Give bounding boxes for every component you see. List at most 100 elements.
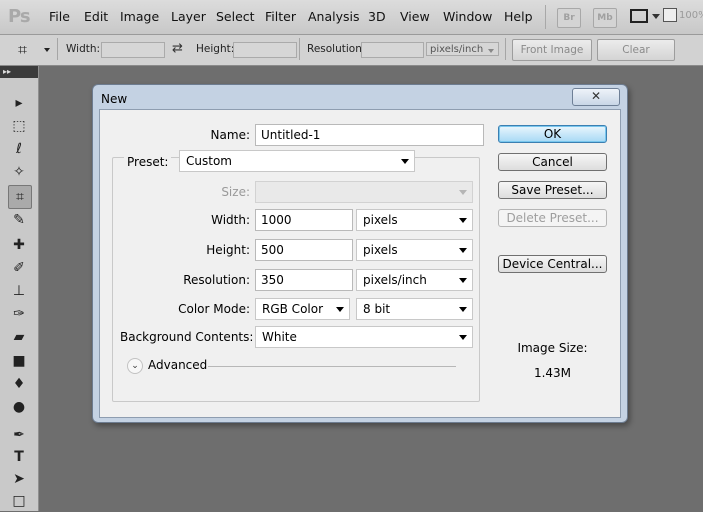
menu-select[interactable]: Select — [216, 9, 255, 24]
color-mode-value: RGB Color — [262, 302, 324, 316]
background-contents-value: White — [262, 330, 297, 344]
close-button[interactable]: ✕ — [572, 88, 620, 106]
ok-button[interactable]: OK — [498, 125, 607, 143]
size-label: Size: — [221, 185, 250, 199]
chevron-down-icon — [459, 248, 467, 253]
device-central-button[interactable]: Device Central... — [498, 255, 607, 273]
zoom-level[interactable]: 100% — [679, 10, 703, 21]
height-input[interactable] — [233, 42, 297, 58]
name-label: Name: — [210, 128, 250, 142]
new-document-dialog: New ✕ Name: Untitled-1 Preset: Custom Si… — [92, 84, 628, 423]
zoom-level-icon[interactable] — [663, 8, 677, 22]
preset-select[interactable]: Custom — [179, 150, 415, 172]
bridge-button[interactable]: Br — [557, 8, 581, 28]
chevron-down-icon — [488, 49, 494, 53]
chevron-down-icon — [459, 218, 467, 223]
resolution-unit-select[interactable]: pixels/inch — [356, 269, 473, 291]
menu-filter[interactable]: Filter — [265, 9, 296, 24]
chevron-down-icon — [336, 307, 344, 312]
name-input[interactable]: Untitled-1 — [255, 124, 484, 146]
height-input[interactable]: 500 — [255, 239, 353, 261]
quick-selection-tool-icon[interactable]: ✧ — [8, 161, 30, 183]
height-unit-value: pixels — [363, 243, 398, 257]
history-brush-tool-icon[interactable]: ✑ — [8, 303, 30, 325]
options-separator — [299, 38, 300, 60]
crop-tool-icon[interactable]: ⌗ — [8, 185, 32, 209]
advanced-divider — [208, 366, 456, 367]
resolution-label: Resolution: — [183, 273, 250, 287]
front-image-button[interactable]: Front Image — [512, 39, 592, 61]
brush-tool-icon[interactable]: ✐ — [8, 257, 30, 279]
background-contents-label: Background Contents: — [120, 330, 254, 344]
resolution-input[interactable] — [361, 42, 424, 58]
delete-preset-button: Delete Preset... — [498, 209, 607, 227]
advanced-toggle-icon[interactable]: ⌄ — [127, 358, 143, 374]
resolution-input[interactable]: 350 — [255, 269, 353, 291]
eraser-tool-icon[interactable]: ▰ — [8, 326, 30, 348]
cancel-button[interactable]: Cancel — [498, 153, 607, 171]
resolution-label: Resolution: — [307, 43, 366, 55]
mini-bridge-button[interactable]: Mb — [593, 8, 617, 28]
gradient-tool-icon[interactable]: ■ — [8, 350, 30, 372]
chevron-down-icon — [459, 335, 467, 340]
chevron-down-icon — [401, 159, 409, 164]
photoshop-logo: Ps — [8, 6, 31, 27]
menu-image[interactable]: Image — [120, 9, 159, 24]
menu-window[interactable]: Window — [443, 9, 492, 24]
menu-edit[interactable]: Edit — [84, 9, 108, 24]
lasso-tool-icon[interactable]: ℓ — [8, 138, 30, 160]
height-label: Height: — [206, 243, 250, 257]
size-select — [255, 181, 473, 203]
shape-tool-icon[interactable]: □ — [8, 490, 30, 512]
width-unit-select[interactable]: pixels — [356, 209, 473, 231]
menu-separator — [545, 5, 546, 29]
view-extras-icon[interactable] — [630, 9, 648, 23]
resolution-unit-value: pixels/inch — [363, 273, 427, 287]
swap-icon[interactable]: ⇄ — [172, 41, 183, 56]
move-tool-icon[interactable]: ▸ — [8, 92, 30, 114]
width-input[interactable] — [101, 42, 165, 58]
width-unit-value: pixels — [363, 213, 398, 227]
preset-value: Custom — [186, 154, 232, 168]
blur-tool-icon[interactable]: ♦ — [8, 373, 30, 395]
options-separator — [505, 38, 506, 60]
chevron-down-icon[interactable] — [652, 14, 660, 19]
path-selection-tool-icon[interactable]: ➤ — [8, 468, 30, 490]
crop-tool-icon[interactable]: ⌗ — [18, 40, 27, 60]
dodge-tool-icon[interactable]: ● — [8, 396, 30, 418]
bit-depth-value: 8 bit — [363, 302, 391, 316]
chevron-down-icon — [459, 307, 467, 312]
width-label: Width: — [211, 213, 250, 227]
color-mode-select[interactable]: RGB Color — [255, 298, 350, 320]
pen-tool-icon[interactable]: ✒ — [8, 424, 30, 446]
options-separator — [57, 38, 58, 60]
chevron-down-icon — [459, 278, 467, 283]
bit-depth-select[interactable]: 8 bit — [356, 298, 473, 320]
background-contents-select[interactable]: White — [255, 326, 473, 348]
clone-stamp-tool-icon[interactable]: ⊥ — [8, 280, 30, 302]
width-label: Width: — [66, 43, 101, 55]
marquee-tool-icon[interactable]: ⬚ — [8, 115, 30, 137]
menu-file[interactable]: File — [49, 9, 70, 24]
menu-help[interactable]: Help — [504, 9, 533, 24]
eyedropper-tool-icon[interactable]: ✎ — [8, 209, 30, 231]
save-preset-button[interactable]: Save Preset... — [498, 181, 607, 199]
preset-label: Preset: — [124, 155, 172, 169]
width-input[interactable]: 1000 — [255, 209, 353, 231]
resolution-unit-value: pixels/inch — [430, 44, 484, 55]
menu-view[interactable]: View — [400, 9, 430, 24]
advanced-label[interactable]: Advanced — [148, 358, 207, 372]
height-unit-select[interactable]: pixels — [356, 239, 473, 261]
clear-button[interactable]: Clear — [597, 39, 675, 61]
type-tool-icon[interactable]: T — [8, 446, 30, 468]
toolbox-collapse[interactable]: ▸▸ — [0, 66, 38, 78]
color-mode-label: Color Mode: — [178, 302, 250, 316]
dialog-title: New — [101, 92, 128, 106]
image-size-value: 1.43M — [533, 366, 572, 380]
healing-brush-tool-icon[interactable]: ✚ — [8, 234, 30, 256]
tool-preset-chevron-icon[interactable] — [44, 48, 50, 52]
menu-analysis[interactable]: Analysis — [308, 9, 360, 24]
menu-layer[interactable]: Layer — [171, 9, 206, 24]
menu-3d[interactable]: 3D — [368, 9, 386, 24]
height-label: Height: — [196, 43, 235, 55]
